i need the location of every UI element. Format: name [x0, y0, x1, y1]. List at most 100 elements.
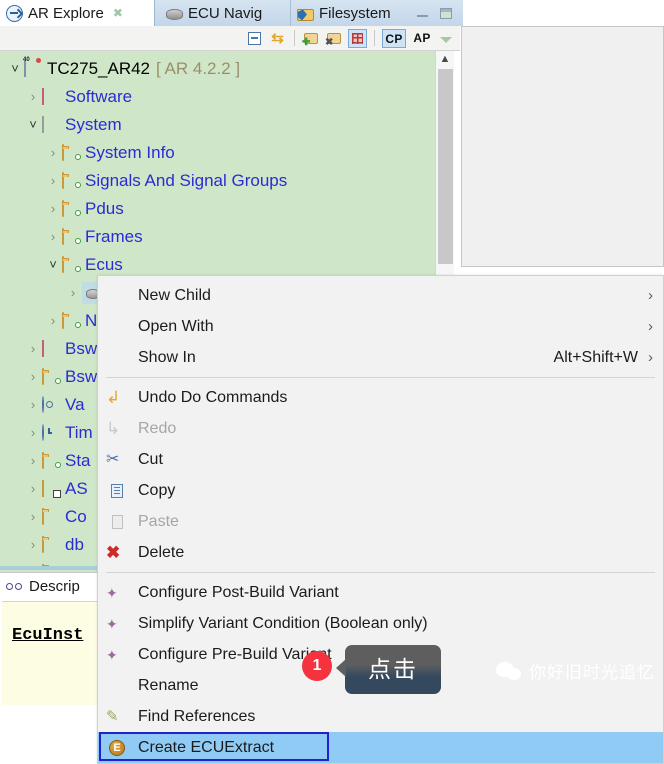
folder-green-dot-icon [42, 452, 60, 469]
twisty-closed-icon[interactable]: › [24, 83, 42, 111]
delete-icon: ✖ [106, 542, 121, 562]
remove-package-icon[interactable]: ✖ [325, 29, 344, 48]
link-with-editor-icon[interactable]: ⇆ [268, 29, 287, 48]
menu-item-cut[interactable]: ✂ Cut [98, 444, 663, 475]
twisty-closed-icon[interactable]: › [44, 223, 62, 251]
tree-node-frames[interactable]: › Frames [44, 223, 143, 251]
menu-item-label: Open With [138, 317, 214, 335]
tree-node-label: N [85, 311, 98, 330]
watermark-text: 你好旧时光追忆 [529, 663, 655, 682]
twisty-open-icon[interactable]: ˅ [6, 55, 24, 83]
view-menu-icon[interactable] [438, 29, 454, 48]
tree-node-asw[interactable]: › AS [24, 475, 88, 503]
clock-icon [42, 424, 60, 441]
menu-item-show-in[interactable]: Show In Alt+Shift+W › [98, 342, 663, 373]
tree-node-system[interactable]: ˅ System [24, 111, 121, 139]
tree-node-label: Co [65, 507, 87, 526]
menu-item-redo[interactable]: ↳ Redo [98, 413, 663, 444]
menu-item-undo[interactable]: ↲ Undo Do Commands [98, 382, 663, 413]
tree-node-root[interactable]: ˅ TC275_AR42 [ AR 4.2.2 ] [6, 55, 240, 83]
menu-icon-placeholder [106, 317, 130, 337]
menu-item-delete[interactable]: ✖ Delete [98, 537, 663, 568]
add-package-icon[interactable]: ✚ [302, 29, 321, 48]
menu-item-label: New Child [138, 286, 211, 304]
twisty-closed-icon[interactable]: › [24, 447, 42, 475]
tree-node-signals-and-signal-groups[interactable]: › Signals And Signal Groups [44, 167, 287, 195]
tree-node-config[interactable]: › Co [24, 503, 87, 531]
minimize-icon[interactable] [417, 8, 429, 19]
menu-item-find-references[interactable]: ✎ Find References [98, 701, 663, 732]
annotation-tooltip-text: 点击 [368, 656, 418, 682]
tree-node-int[interactable]: › int [24, 559, 83, 566]
tree-node-label: TC275_AR42 [47, 59, 151, 78]
twisty-closed-icon[interactable]: › [24, 559, 42, 566]
software-grid-icon [42, 340, 60, 357]
table-grid-icon[interactable] [348, 28, 367, 48]
menu-item-label: Show In [138, 348, 196, 366]
folder-green-dot-icon [62, 172, 80, 189]
twisty-closed-icon[interactable]: › [44, 195, 62, 223]
twisty-closed-icon[interactable]: › [24, 391, 42, 419]
tab-ecu-navig[interactable]: ECU Navig [160, 0, 286, 26]
tree-node-bsw-2[interactable]: › Bsw [24, 363, 97, 391]
tree-node-n[interactable]: › N [44, 307, 97, 335]
twisty-closed-icon[interactable]: › [44, 139, 62, 167]
menu-icon-placeholder [106, 286, 130, 306]
folder-green-dot-icon [62, 312, 80, 329]
scrollbar-thumb[interactable] [438, 69, 453, 264]
close-icon[interactable]: ✖ [113, 6, 123, 20]
tree-node-label: Va [65, 395, 85, 414]
folder-open-icon [42, 508, 60, 525]
software-grid-icon [42, 88, 60, 105]
twisty-closed-icon[interactable]: › [24, 531, 42, 559]
twisty-open-icon[interactable]: ˅ [44, 251, 62, 279]
tree-node-pdus[interactable]: › Pdus [44, 195, 124, 223]
menu-item-label: Redo [138, 419, 177, 437]
tree-node-standard[interactable]: › Sta [24, 447, 91, 475]
twisty-closed-icon[interactable]: › [24, 503, 42, 531]
tree-node-label: Bsw [65, 339, 98, 358]
maximize-icon[interactable] [440, 8, 452, 19]
tree-node-system-info[interactable]: › System Info [44, 139, 175, 167]
ap-toggle[interactable]: AP [410, 29, 434, 48]
scroll-up-icon[interactable]: ▲ [436, 51, 454, 68]
menu-separator [106, 377, 655, 378]
menu-item-copy[interactable]: Copy [98, 475, 663, 506]
tree-node-bsw-1[interactable]: › Bsw [24, 335, 97, 363]
disc-icon [166, 9, 183, 20]
twisty-closed-icon[interactable]: › [24, 475, 42, 503]
tab-ar-explore[interactable]: AR Explore ✖ [0, 0, 155, 26]
twisty-closed-icon[interactable]: › [24, 419, 42, 447]
tab-filesystem[interactable]: Filesystem [290, 0, 415, 26]
editor-panel[interactable] [461, 26, 664, 267]
tree-node-timing[interactable]: › Tim [24, 419, 93, 447]
menu-item-open-with[interactable]: Open With › [98, 311, 663, 342]
cp-toggle[interactable]: CP [382, 28, 406, 48]
twisty-closed-icon[interactable]: › [24, 335, 42, 363]
view-tab-bar: AR Explore ✖ ECU Navig Filesystem [0, 0, 460, 27]
menu-item-paste[interactable]: Paste [98, 506, 663, 537]
twisty-open-icon[interactable]: ˅ [24, 111, 42, 139]
twisty-closed-icon[interactable]: › [44, 167, 62, 195]
ecu-instance-heading: EcuInst [12, 626, 84, 645]
menu-item-create-ecuextract[interactable]: E Create ECUExtract [98, 732, 663, 763]
twisty-closed-icon[interactable]: › [64, 279, 82, 307]
tab-description[interactable]: Descrip [2, 573, 88, 600]
menu-item-configure-post-build-variant[interactable]: ✦ Configure Post-Build Variant [98, 577, 663, 608]
tree-node-label: AS [65, 479, 88, 498]
menu-item-simplify-variant-condition[interactable]: ✦ Simplify Variant Condition (Boolean on… [98, 608, 663, 639]
arxml-root-icon [24, 60, 42, 77]
toolbar-divider [294, 30, 295, 46]
tree-node-variant[interactable]: › Va [24, 391, 85, 419]
collapse-all-icon[interactable] [245, 29, 264, 48]
twisty-closed-icon[interactable]: › [24, 363, 42, 391]
menu-item-label: Configure Post-Build Variant [138, 583, 339, 601]
find-references-icon: ✎ [106, 707, 119, 725]
undo-icon: ↲ [106, 387, 121, 407]
menu-item-accelerator: Alt+Shift+W [553, 348, 638, 366]
tree-node-software[interactable]: › Software [24, 83, 132, 111]
menu-item-new-child[interactable]: New Child › [98, 280, 663, 311]
tree-node-db[interactable]: › db [24, 531, 84, 559]
glasses-icon [6, 582, 24, 592]
twisty-closed-icon[interactable]: › [44, 307, 62, 335]
